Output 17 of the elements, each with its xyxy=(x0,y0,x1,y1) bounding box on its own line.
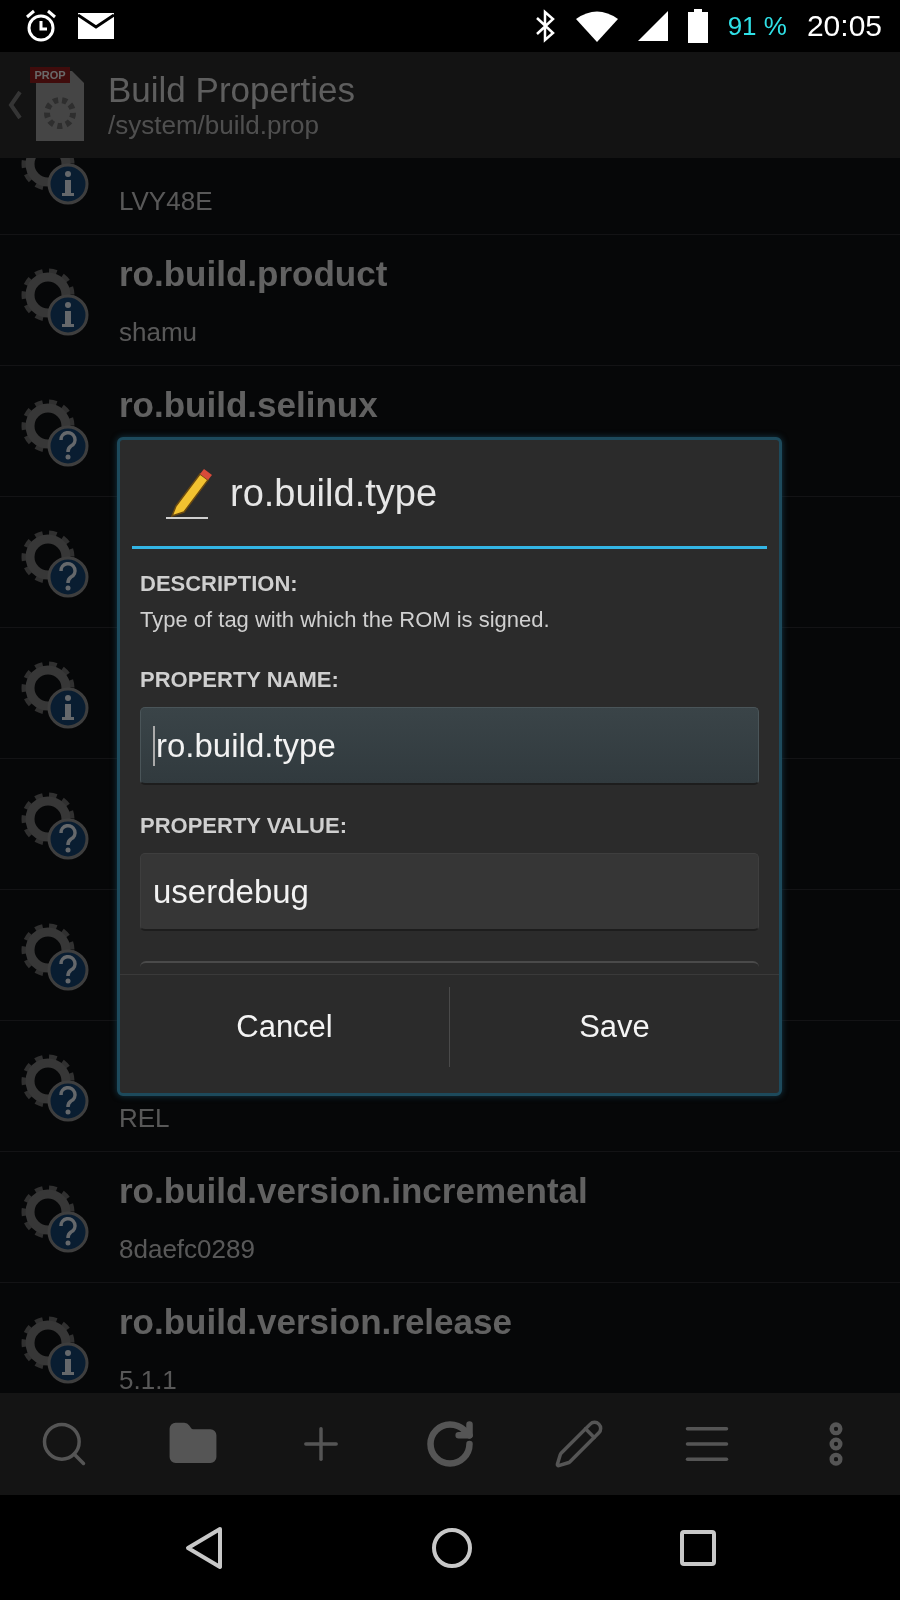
field-label: PROPERTY VALUE: xyxy=(140,813,348,839)
property-name: ro.build.selinux xyxy=(119,384,378,426)
property-value: REL xyxy=(119,1103,170,1134)
property-value: 5.1.1 xyxy=(119,1365,178,1393)
property-name: ro.build.version.incremental xyxy=(119,1170,588,1212)
clock-time: 20:05 xyxy=(806,9,882,43)
description-label: DESCRIPTION: xyxy=(140,571,299,597)
property-value: 8daefc0289 xyxy=(119,1234,256,1265)
property-value: LVY48E xyxy=(119,186,213,217)
app-title: Build Properties xyxy=(108,69,356,110)
field-label: PROPERTY NAME: xyxy=(140,667,340,693)
file-path: /system/build.prop xyxy=(108,109,320,141)
description-text: Type of tag with which the ROM is signed. xyxy=(140,607,551,633)
property-value: shamu xyxy=(119,317,199,348)
property-name: ro.build.version.release xyxy=(119,1301,512,1343)
property-name: ro.build.product xyxy=(119,253,388,295)
battery-percent: 91 % xyxy=(727,10,787,42)
